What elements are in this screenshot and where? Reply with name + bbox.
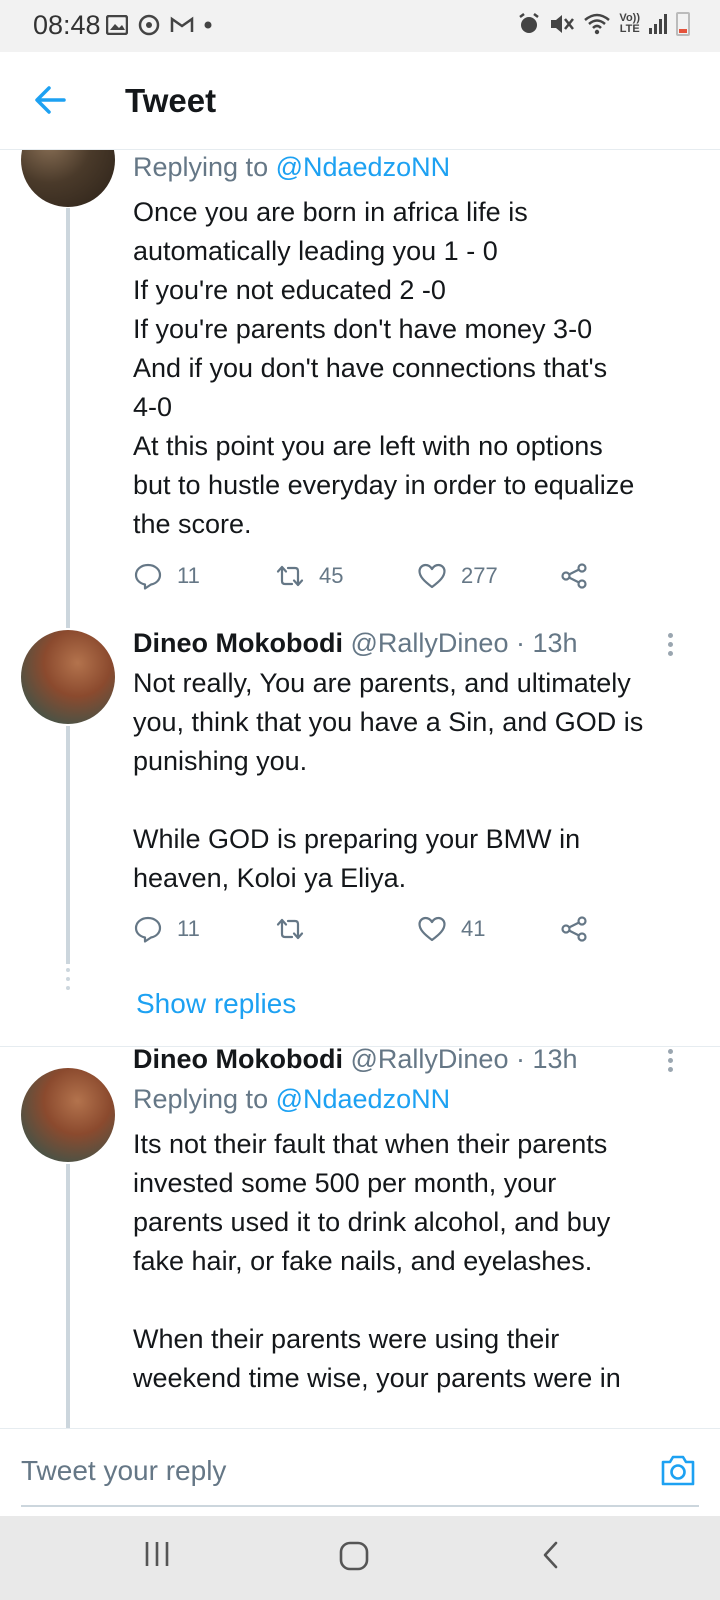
gallery-notification-icon — [106, 15, 128, 35]
reply-button[interactable]: 11 — [133, 561, 200, 591]
camera-icon[interactable] — [660, 1453, 696, 1487]
replying-prefix: Replying to — [133, 1084, 276, 1114]
reply-input-underline — [21, 1505, 699, 1507]
author-handle-time: @RallyDineo · 13h — [350, 628, 578, 658]
tweet-text: Its not their fault that when their pare… — [133, 1129, 621, 1393]
tweet-author-row: Dineo Mokobodi @RallyDineo · 13h — [133, 628, 578, 659]
like-count: 277 — [461, 563, 498, 588]
signal-icon — [649, 14, 667, 34]
battery-icon — [676, 12, 690, 36]
like-button[interactable]: 277 — [417, 561, 498, 591]
author-name[interactable]: Dineo Mokobodi — [133, 628, 343, 658]
status-right-icons: Vo)) LTE — [517, 12, 690, 36]
replying-handle-link[interactable]: @NdaedzoNN — [276, 1084, 451, 1114]
retweet-button[interactable]: 45 — [275, 561, 343, 591]
reply-icon — [134, 916, 162, 943]
back-arrow-icon[interactable] — [30, 80, 70, 120]
avatar[interactable] — [21, 150, 115, 207]
reply-count: 11 — [177, 563, 200, 588]
replying-to: Replying to @NdaedzoNN — [133, 152, 450, 183]
more-options-icon[interactable] — [668, 633, 676, 660]
avatar[interactable] — [21, 1068, 115, 1162]
heart-icon — [418, 916, 446, 942]
back-nav-icon[interactable] — [540, 1540, 562, 1570]
top-app-bar: Tweet — [0, 52, 720, 150]
home-icon[interactable] — [338, 1540, 370, 1572]
tweet-text: Once you are born in africa life is auto… — [133, 197, 635, 539]
replying-to: Replying to @NdaedzoNN — [133, 1084, 450, 1115]
retweet-icon — [276, 565, 304, 587]
retweet-count: 45 — [319, 563, 344, 588]
system-navigation-bar — [0, 1516, 720, 1600]
reply-button[interactable]: 11 — [133, 914, 200, 944]
replying-handle-link[interactable]: @NdaedzoNN — [276, 152, 451, 182]
reply-composer: Tweet your reply — [0, 1428, 720, 1516]
tweet-thread[interactable]: Replying to @NdaedzoNN Once you are born… — [0, 150, 720, 1428]
share-button[interactable] — [559, 561, 589, 591]
share-button[interactable] — [559, 914, 589, 944]
page-title: Tweet — [125, 82, 217, 119]
author-name[interactable]: Dineo Mokobodi — [133, 1044, 343, 1074]
recent-apps-icon[interactable] — [143, 1540, 171, 1568]
volte-lte-indicator: Vo)) LTE — [619, 13, 640, 35]
more-notifications-dot-icon — [204, 21, 212, 29]
status-left-icons — [106, 14, 212, 36]
author-handle-time: @RallyDineo · 13h — [350, 1044, 578, 1074]
status-bar: 08:48 Vo)) LTE — [0, 0, 720, 52]
thread-dotted-connector — [66, 968, 70, 995]
status-time: 08:48 — [33, 10, 101, 40]
lte-label: LTE — [619, 23, 640, 35]
share-icon — [561, 916, 587, 942]
like-count: 41 — [461, 916, 486, 941]
thread-line — [66, 726, 70, 964]
show-replies-link[interactable]: Show replies — [136, 988, 296, 1020]
share-icon — [561, 563, 587, 589]
sync-notification-icon — [138, 14, 160, 36]
tweet-actions: 11 41 — [133, 914, 693, 950]
wifi-icon — [584, 13, 611, 35]
mute-icon — [551, 15, 575, 33]
thread-line — [66, 208, 70, 628]
tweet-actions: 11 45 277 — [133, 561, 693, 597]
avatar[interactable] — [21, 630, 115, 724]
alarm-icon — [519, 13, 540, 33]
thread-line — [66, 1164, 70, 1428]
heart-icon — [418, 563, 446, 589]
reply-input[interactable]: Tweet your reply — [21, 1455, 226, 1487]
tweet-author-row: Dineo Mokobodi @RallyDineo · 13h — [133, 1044, 578, 1075]
like-button[interactable]: 41 — [417, 914, 485, 944]
reply-count: 11 — [177, 916, 200, 941]
tweet-text: Not really, You are parents, and ultimat… — [133, 668, 644, 893]
more-options-icon[interactable] — [668, 1049, 676, 1076]
retweet-icon — [276, 918, 304, 940]
replying-prefix: Replying to — [133, 152, 276, 182]
reply-icon — [134, 563, 162, 590]
gmail-notification-icon — [170, 16, 194, 32]
retweet-button[interactable] — [275, 914, 319, 944]
